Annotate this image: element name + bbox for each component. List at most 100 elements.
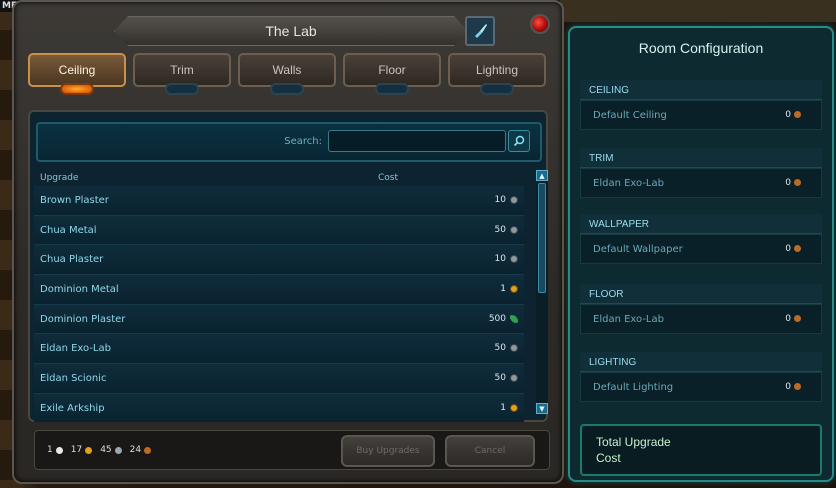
gold-coin-icon bbox=[85, 446, 93, 454]
section-heading: CEILING bbox=[580, 80, 822, 100]
gold-coin-icon bbox=[510, 403, 518, 412]
copper-coin-icon bbox=[794, 179, 801, 186]
wallet-platinum: 1 bbox=[47, 445, 53, 455]
tab-trim-label: Trim bbox=[170, 63, 194, 77]
column-header-upgrade: Upgrade bbox=[40, 173, 79, 183]
section-cost: 0 bbox=[785, 178, 791, 188]
list-scrollbar[interactable]: ▲ ▼ bbox=[536, 170, 548, 414]
tab-lighting-label: Lighting bbox=[475, 63, 519, 77]
row-name: Chua Plaster bbox=[40, 254, 104, 266]
section-value: Default Ceiling bbox=[593, 110, 667, 121]
config-section-wallpaper: WALLPAPER Default Wallpaper 0 bbox=[580, 214, 822, 264]
config-section-trim: TRIM Eldan Exo-Lab 0 bbox=[580, 148, 822, 198]
table-row[interactable]: Eldan Scionic 50 bbox=[34, 364, 524, 394]
tab-trim[interactable]: Trim bbox=[133, 53, 231, 87]
row-name: Exile Arkship bbox=[40, 402, 105, 414]
section-heading: TRIM bbox=[580, 148, 822, 168]
row-cost: 500 bbox=[488, 313, 506, 324]
silver-coin-icon bbox=[510, 225, 518, 234]
wallet-copper: 24 bbox=[129, 445, 142, 455]
search-button[interactable] bbox=[508, 130, 530, 152]
table-row[interactable]: Dominion Plaster 500 bbox=[34, 304, 524, 335]
column-header-cost: Cost bbox=[378, 173, 399, 183]
row-cost: 10 bbox=[494, 195, 506, 205]
table-row[interactable]: Brown Plaster 10 bbox=[34, 186, 524, 216]
section-row[interactable]: Eldan Exo-Lab 0 bbox=[580, 304, 822, 334]
search-input[interactable] bbox=[328, 130, 506, 152]
table-row[interactable]: Chua Plaster 10 bbox=[34, 245, 524, 276]
section-heading: WALLPAPER bbox=[580, 214, 822, 234]
search-label: Search: bbox=[284, 136, 322, 147]
search-icon bbox=[513, 135, 525, 147]
row-cost: 1 bbox=[500, 402, 506, 413]
section-row[interactable]: Eldan Exo-Lab 0 bbox=[580, 168, 822, 198]
silver-coin-icon bbox=[510, 344, 518, 353]
config-section-lighting: LIGHTING Default Lighting 0 bbox=[580, 352, 822, 402]
row-cost: 1 bbox=[500, 284, 506, 295]
total-upgrade-cost: Total Upgrade Cost bbox=[580, 424, 822, 476]
section-cost: 0 bbox=[785, 110, 791, 120]
row-name: Dominion Plaster bbox=[40, 313, 126, 325]
table-row[interactable]: Eldan Exo-Lab 50 bbox=[34, 334, 524, 365]
tab-ceiling-indicator bbox=[60, 83, 94, 95]
silver-coin-icon bbox=[510, 255, 518, 264]
wallet-gold: 17 bbox=[70, 445, 83, 455]
tab-walls-label: Walls bbox=[272, 63, 302, 77]
section-row[interactable]: Default Ceiling 0 bbox=[580, 100, 822, 130]
room-configuration-panel: Room Configuration CEILING Default Ceili… bbox=[568, 26, 834, 482]
table-row[interactable]: Exile Arkship 1 bbox=[34, 393, 524, 422]
copper-coin-icon bbox=[794, 111, 801, 118]
tab-walls[interactable]: Walls bbox=[238, 53, 336, 87]
footer-bar: 1 17 45 24 Buy Upgrades Cancel bbox=[34, 430, 550, 470]
tab-ceiling[interactable]: Ceiling bbox=[28, 53, 126, 87]
section-row[interactable]: Default Wallpaper 0 bbox=[580, 234, 822, 264]
background-ceiling bbox=[560, 0, 836, 22]
renown-leaf-icon bbox=[510, 314, 518, 323]
config-section-ceiling: CEILING Default Ceiling 0 bbox=[580, 80, 822, 130]
tab-walls-indicator bbox=[270, 83, 304, 95]
paint-brush-icon bbox=[475, 24, 487, 38]
scroll-thumb[interactable] bbox=[538, 183, 546, 293]
scroll-up-arrow-icon[interactable]: ▲ bbox=[536, 170, 548, 181]
row-name: Eldan Scionic bbox=[40, 373, 107, 385]
category-tabs: Ceiling Trim Walls Floor Lighting bbox=[28, 53, 548, 97]
table-header: Upgrade Cost bbox=[34, 170, 524, 186]
row-name: Dominion Metal bbox=[40, 284, 119, 296]
wallet-silver: 45 bbox=[100, 445, 112, 455]
section-heading: FLOOR bbox=[580, 284, 822, 304]
tab-lighting[interactable]: Lighting bbox=[448, 53, 546, 87]
row-cost: 10 bbox=[494, 254, 506, 265]
section-row[interactable]: Default Lighting 0 bbox=[580, 372, 822, 402]
tab-floor[interactable]: Floor bbox=[343, 53, 441, 87]
tab-floor-label: Floor bbox=[378, 63, 406, 77]
buy-upgrades-button[interactable]: Buy Upgrades bbox=[341, 435, 435, 467]
copper-coin-icon bbox=[144, 446, 152, 454]
search-bar: Search: bbox=[36, 122, 542, 162]
section-value: Eldan Exo-Lab bbox=[593, 314, 664, 325]
section-heading: LIGHTING bbox=[580, 352, 822, 372]
gold-coin-icon bbox=[510, 285, 518, 294]
table-row[interactable]: Chua Metal 50 bbox=[34, 215, 524, 246]
silver-coin-icon bbox=[114, 446, 122, 454]
row-cost: 50 bbox=[494, 373, 506, 384]
title-bar[interactable]: The Lab bbox=[114, 16, 468, 46]
tab-lighting-indicator bbox=[480, 83, 514, 95]
close-button[interactable] bbox=[530, 14, 550, 34]
silver-coin-icon bbox=[510, 374, 518, 383]
tab-floor-indicator bbox=[375, 83, 409, 95]
silver-coin-icon bbox=[510, 196, 518, 204]
copper-coin-icon bbox=[794, 315, 801, 322]
platinum-coin-icon bbox=[55, 446, 63, 454]
scroll-down-arrow-icon[interactable]: ▼ bbox=[536, 403, 548, 414]
table-row[interactable]: Dominion Metal 1 bbox=[34, 275, 524, 305]
window-title: The Lab bbox=[265, 23, 317, 39]
total-label-line2: Cost bbox=[596, 451, 621, 465]
section-value: Default Wallpaper bbox=[593, 244, 683, 255]
cancel-button[interactable]: Cancel bbox=[445, 435, 535, 467]
section-cost: 0 bbox=[785, 314, 791, 324]
row-name: Eldan Exo-Lab bbox=[40, 343, 111, 355]
total-label-line1: Total Upgrade bbox=[596, 435, 671, 449]
config-section-floor: FLOOR Eldan Exo-Lab 0 bbox=[580, 284, 822, 334]
section-value: Eldan Exo-Lab bbox=[593, 178, 664, 189]
paint-brush-button[interactable] bbox=[465, 16, 495, 46]
